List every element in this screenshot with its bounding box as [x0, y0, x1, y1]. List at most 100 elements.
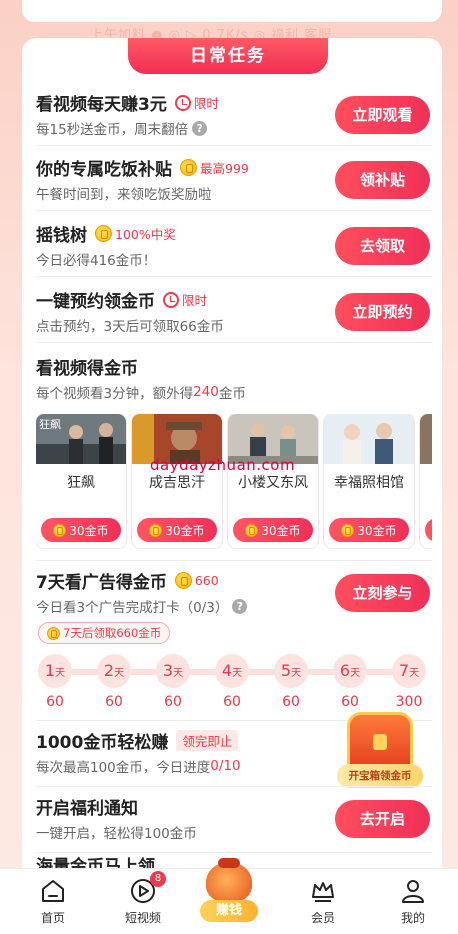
- person-icon: [402, 880, 424, 903]
- divider: [36, 560, 432, 561]
- section-title: 日常任务: [128, 38, 328, 74]
- nav-home[interactable]: 首页: [18, 869, 88, 934]
- task-desc: 午餐时间到，来领吃饭奖励啦: [36, 187, 212, 203]
- coin-icon: [47, 626, 60, 640]
- divider: [36, 342, 432, 343]
- nav-mine[interactable]: 我的: [378, 869, 448, 934]
- video-title: 成吉思汗: [149, 475, 205, 491]
- notification-badge: 8: [150, 871, 166, 887]
- coin-icon: [341, 523, 355, 537]
- video-card[interactable]: 小楼又东风 30金币: [228, 414, 318, 548]
- video-poster: [420, 414, 432, 464]
- clock-icon: [174, 94, 191, 111]
- task-money-tree: 摇钱树 100%中奖 今日必得416金币！ 去领取: [36, 217, 432, 279]
- task-title: 7天看广告得金币: [36, 573, 167, 593]
- video-poster: 狂飙: [36, 414, 126, 464]
- video-card-partial[interactable]: [420, 414, 432, 548]
- previous-card-edge: [22, 0, 442, 22]
- divider: [36, 145, 432, 146]
- treasure-chest-button[interactable]: 开宝箱领金币: [337, 712, 423, 790]
- crown-icon: [312, 882, 334, 902]
- coin-icon: [180, 159, 197, 176]
- reward-pill: [425, 518, 432, 542]
- video-carousel[interactable]: 狂飙 狂飙 30金币 成吉思汗 30金币 小楼又东风 30金币 幸福照相馆 30…: [36, 414, 432, 552]
- help-icon[interactable]: ?: [232, 598, 248, 614]
- divider: [36, 786, 432, 787]
- coin-icon: [174, 572, 192, 589]
- limited-tag: 领完即止: [176, 730, 239, 751]
- video-card[interactable]: 成吉思汗 30金币: [132, 414, 222, 548]
- money-bag-icon: [206, 858, 252, 902]
- win-badge: 100%中奖: [95, 224, 176, 243]
- day-reward: 60: [282, 694, 300, 710]
- day-circle: 2天: [97, 654, 131, 688]
- day-reward: 60: [223, 694, 241, 710]
- video-section-title: 看视频得金币: [36, 359, 138, 379]
- reward-after-7days-chip: 7天后领取660金币: [38, 622, 171, 644]
- day-circle: 6天: [333, 654, 367, 688]
- video-title: 狂飙: [67, 475, 95, 491]
- divider: [36, 210, 432, 211]
- task-meal-subsidy: 你的专属吃饭补贴 最高999 午餐时间到，来领吃饭奖励啦 领补贴: [36, 151, 432, 213]
- task-desc: 点击预约，3天后可领取66金币: [36, 319, 224, 335]
- coin-icon: [53, 523, 67, 537]
- task-title: 1000金币轻松赚: [36, 733, 169, 753]
- task-watch-video: 看视频每天赚3元 限时 每15秒送金币，周末翻倍 ? 立即观看: [36, 86, 432, 148]
- limited-badge: 限时: [163, 290, 207, 309]
- task-reserve: 一键预约领金币 限时 点击预约，3天后可领取66金币 立即预约: [36, 283, 432, 345]
- day-circle: 4天: [215, 654, 249, 688]
- nav-short-video[interactable]: 8 短视频: [108, 869, 178, 934]
- video-section-desc: 每个视频看3分钟，额外得 240 金币: [36, 384, 246, 402]
- reserve-now-button[interactable]: 立即预约: [335, 293, 430, 331]
- day-reward: 300: [395, 694, 423, 710]
- divider: [36, 852, 432, 853]
- day-circle: 5天: [274, 654, 308, 688]
- watermark-text: daydayzhuan.com: [150, 456, 296, 474]
- limited-badge: 限时: [174, 93, 219, 112]
- svg-text:狂飙: 狂飙: [39, 417, 61, 431]
- video-title: 小楼又东风: [238, 475, 308, 491]
- day-reward: 60: [105, 694, 123, 710]
- clock-icon: [163, 291, 179, 308]
- max-reward-badge: 最高999: [180, 158, 249, 177]
- divider: [36, 276, 432, 277]
- earn-label: 赚钱: [200, 900, 258, 922]
- day-reward: 60: [341, 694, 359, 710]
- home-icon: [42, 880, 64, 902]
- video-card[interactable]: 狂飙 狂飙 30金币: [36, 414, 126, 548]
- video-poster: [324, 414, 414, 464]
- coin-icon: [149, 523, 163, 537]
- reward-pill: 30金币: [137, 518, 217, 542]
- reward-badge: 660: [174, 572, 219, 589]
- join-now-button[interactable]: 立刻参与: [335, 574, 430, 612]
- day-circle: 3天: [156, 654, 190, 688]
- task-title: 开启福利通知: [36, 799, 138, 819]
- nav-member[interactable]: 会员: [288, 869, 358, 934]
- task-enable-notify: 开启福利通知 一键开启，轻松得100金币 去开启: [36, 790, 432, 852]
- help-icon[interactable]: ?: [192, 120, 208, 136]
- task-desc: 一键开启，轻松得100金币: [36, 826, 197, 842]
- task-title: 看视频每天赚3元: [36, 95, 167, 115]
- reward-pill: 30金币: [41, 518, 121, 542]
- task-title: 一键预约领金币: [36, 292, 155, 312]
- coin-icon: [95, 225, 112, 242]
- go-claim-button[interactable]: 去领取: [335, 227, 430, 265]
- task-title: 摇钱树: [36, 226, 87, 246]
- treasure-label: 开宝箱领金币: [337, 764, 423, 788]
- coin-icon: [245, 523, 259, 537]
- day-circle: 1天: [38, 654, 72, 688]
- task-7day-ads: 7天看广告得金币 660 今日看3个广告完成打卡（0/3） ? 立刻参与: [36, 564, 432, 626]
- task-desc: 每15秒送金币，周末翻倍: [36, 122, 189, 138]
- enable-button[interactable]: 去开启: [335, 800, 430, 838]
- claim-subsidy-button[interactable]: 领补贴: [335, 161, 430, 199]
- watch-now-button[interactable]: 立即观看: [335, 96, 430, 134]
- video-card[interactable]: 幸福照相馆 30金币: [324, 414, 414, 548]
- nav-earn[interactable]: 赚钱: [196, 858, 262, 928]
- day-circle: 7天: [392, 654, 426, 688]
- video-section-header: 看视频得金币 每个视频看3分钟，额外得 240 金币: [36, 350, 432, 406]
- day-reward: 60: [164, 694, 182, 710]
- task-desc: 每次最高100金币，今日进度 0/10: [36, 758, 241, 776]
- task-desc: 今日看3个广告完成打卡（0/3）: [36, 600, 229, 616]
- task-title: 你的专属吃饭补贴: [36, 160, 172, 180]
- reward-pill: 30金币: [329, 518, 409, 542]
